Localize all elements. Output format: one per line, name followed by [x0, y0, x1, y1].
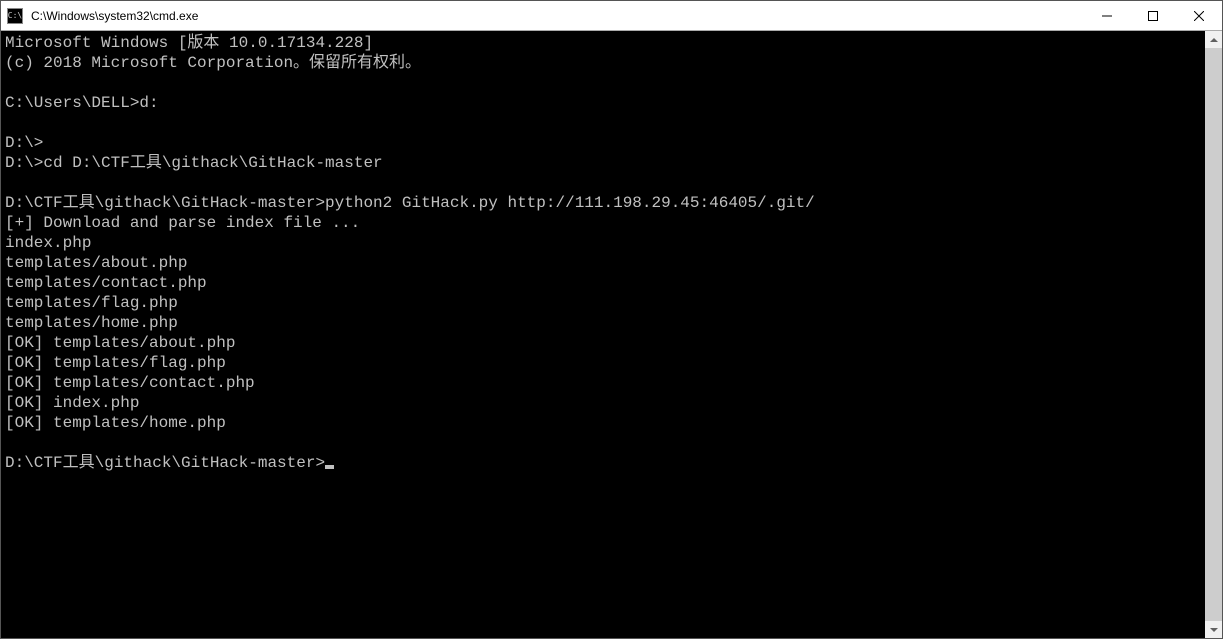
maximize-button[interactable] — [1130, 1, 1176, 30]
scroll-up-arrow[interactable] — [1205, 31, 1222, 48]
close-icon — [1194, 11, 1204, 21]
terminal-line: C:\Users\DELL>d: — [5, 94, 159, 112]
terminal-output[interactable]: Microsoft Windows [版本 10.0.17134.228] (c… — [1, 31, 1205, 638]
terminal-line: D:\CTF工具\githack\GitHack-master>python2 … — [5, 194, 815, 212]
terminal-line: D:\> — [5, 134, 43, 152]
titlebar[interactable]: C:\ C:\Windows\system32\cmd.exe — [1, 1, 1222, 31]
window-controls — [1084, 1, 1222, 30]
terminal-line: (c) 2018 Microsoft Corporation。保留所有权利。 — [5, 54, 421, 72]
terminal-line: templates/about.php — [5, 254, 187, 272]
maximize-icon — [1148, 11, 1158, 21]
minimize-button[interactable] — [1084, 1, 1130, 30]
cmd-icon: C:\ — [7, 8, 23, 24]
terminal-line: templates/home.php — [5, 314, 178, 332]
chevron-down-icon — [1210, 628, 1218, 632]
terminal-line: index.php — [5, 234, 91, 252]
terminal-line: Microsoft Windows [版本 10.0.17134.228] — [5, 34, 373, 52]
terminal-line: D:\>cd D:\CTF工具\githack\GitHack-master — [5, 154, 383, 172]
scroll-thumb[interactable] — [1205, 48, 1222, 621]
terminal-line: [OK] templates/flag.php — [5, 354, 226, 372]
terminal-line: D:\CTF工具\githack\GitHack-master> — [5, 454, 325, 472]
terminal-line: [+] Download and parse index file ... — [5, 214, 360, 232]
terminal-line: templates/flag.php — [5, 294, 178, 312]
cmd-window: C:\ C:\Windows\system32\cmd.exe Microsof… — [0, 0, 1223, 639]
content-wrapper: Microsoft Windows [版本 10.0.17134.228] (c… — [1, 31, 1222, 638]
window-title: C:\Windows\system32\cmd.exe — [29, 9, 1084, 23]
terminal-line: [OK] templates/home.php — [5, 414, 226, 432]
terminal-line: [OK] templates/contact.php — [5, 374, 255, 392]
vertical-scrollbar[interactable] — [1205, 31, 1222, 638]
scroll-down-arrow[interactable] — [1205, 621, 1222, 638]
cursor — [325, 465, 334, 469]
terminal-line: [OK] templates/about.php — [5, 334, 235, 352]
terminal-line: templates/contact.php — [5, 274, 207, 292]
minimize-icon — [1102, 11, 1112, 21]
terminal-line: [OK] index.php — [5, 394, 139, 412]
chevron-up-icon — [1210, 38, 1218, 42]
close-button[interactable] — [1176, 1, 1222, 30]
